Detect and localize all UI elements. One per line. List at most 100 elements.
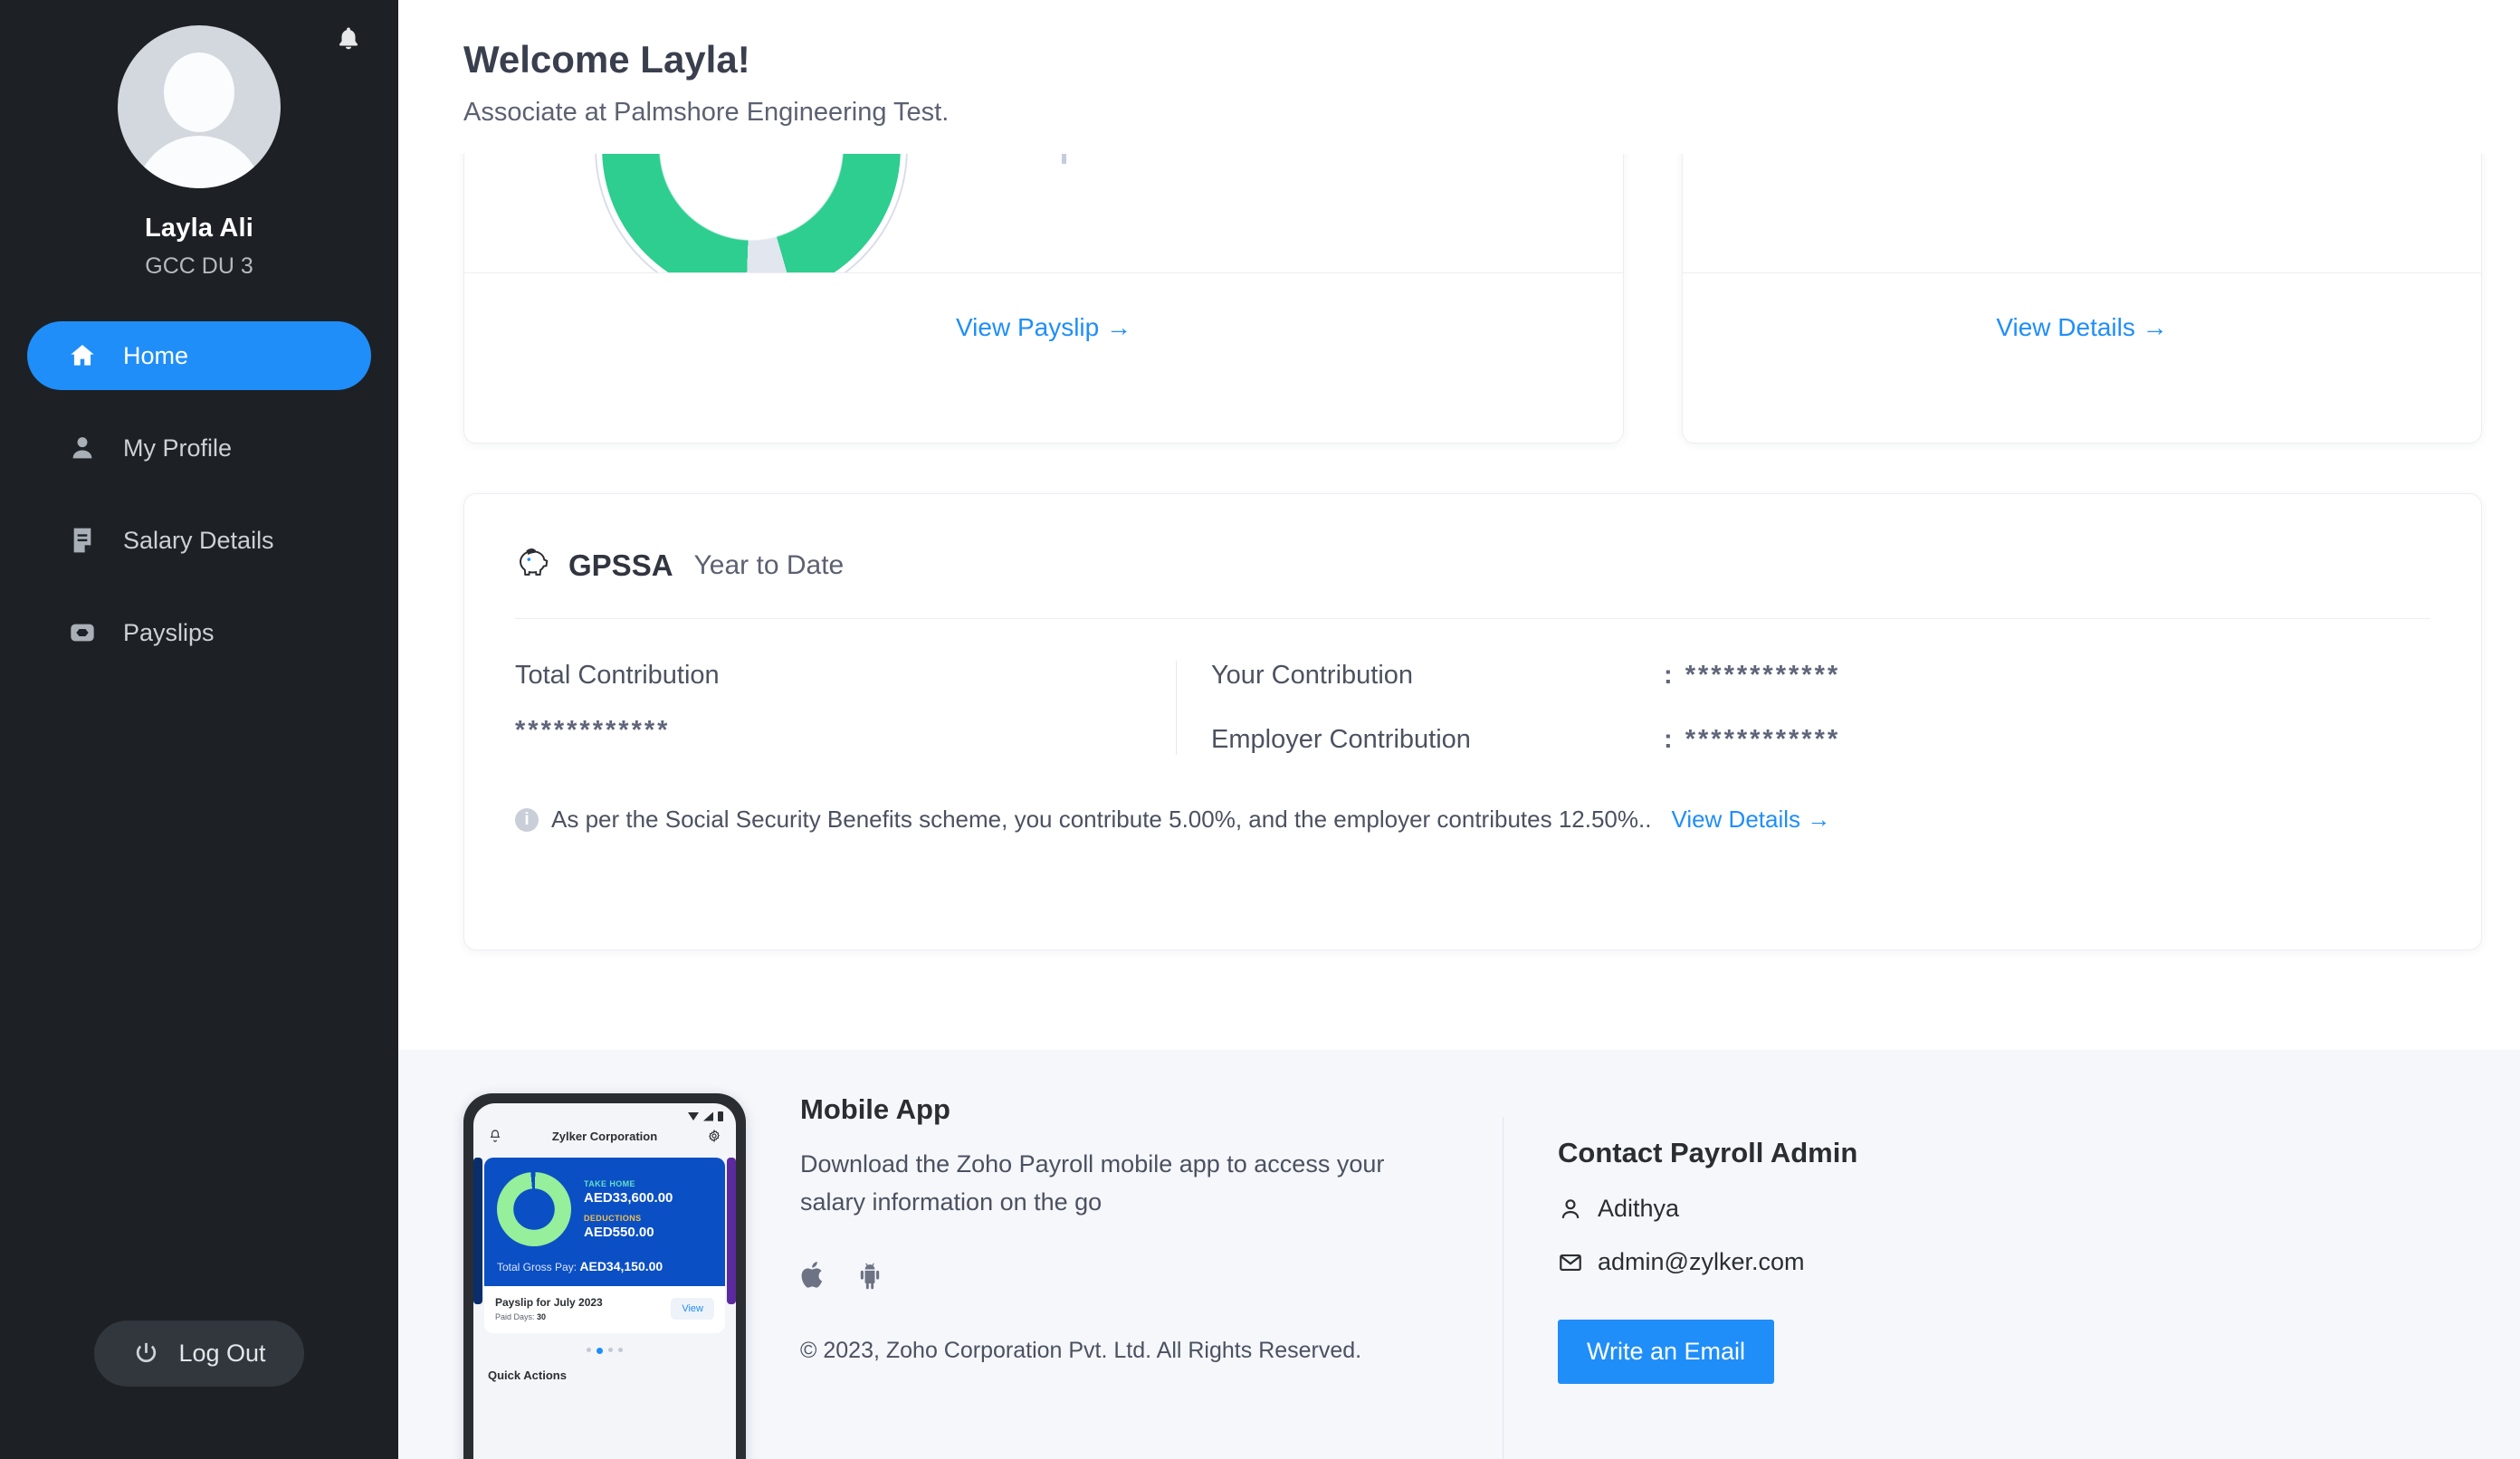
app-root: Layla Ali GCC DU 3 Home My Profile Salar… [0,0,2520,1459]
sidebar: Layla Ali GCC DU 3 Home My Profile Salar… [0,0,398,1459]
wifi-icon [688,1112,699,1120]
avatar-head [164,52,234,132]
document-icon [65,523,100,558]
sidebar-item-home-label: Home [123,341,189,369]
gpssa-note-text: As per the Social Security Benefits sche… [551,806,1652,833]
total-gross-label: Total Gross Pay: [497,1261,578,1273]
mobile-app-description: Download the Zoho Payroll mobile app to … [800,1150,1385,1216]
total-contribution-block: Total Contribution ************ [515,661,1176,755]
avatar [118,25,281,188]
gpssa-card: GPSSA Year to Date Total Contribution **… [463,493,2482,950]
copyright-text: © 2023, Zoho Corporation Pvt. Ltd. All R… [800,1337,1362,1363]
phone-carousel-peek-right [727,1158,736,1304]
carousel-dot [618,1348,623,1352]
power-icon [137,1342,157,1363]
notification-bell-button[interactable] [329,20,368,58]
phone-donut-chart [497,1172,571,1246]
apple-icon[interactable] [800,1260,827,1291]
logout-button-label: Log Out [178,1340,266,1367]
logout-button[interactable]: Log Out [94,1321,304,1387]
gpssa-subtitle: Year to Date [693,549,845,580]
total-gross-value: AED34,150.00 [579,1259,663,1273]
phone-pay-values: TAKE HOME AED33,600.00 DEDUCTIONS AED550… [584,1179,673,1240]
paid-days-label: Paid Days: [495,1312,535,1321]
signal-icon [703,1111,713,1121]
main-content: Gross Pay ************ View Payslip → Ro… [398,0,2520,1459]
employer-contribution-row: Employer Contribution : ************ [1211,725,2430,755]
piggy-bank-icon [515,547,553,584]
carousel-dot [608,1348,613,1352]
phone-carousel-dots[interactable] [473,1348,736,1354]
admin-email: admin@zylker.com [1598,1248,1805,1275]
gpssa-note: i As per the Social Security Benefits sc… [464,755,2481,834]
contribution-breakdown: Your Contribution : ************ Employe… [1176,661,2430,755]
sidebar-user-department: GCC DU 3 [145,253,253,279]
gpssa-title: GPSSA [568,548,673,582]
android-icon[interactable] [856,1260,883,1291]
take-home-value: AED33,600.00 [584,1189,673,1206]
admin-name: Adithya [1598,1195,1680,1222]
deductions-label: DEDUCTIONS [584,1213,642,1223]
phone-mockup: Zylker Corporation TAKE HOME AED33,600.0… [463,1093,746,1459]
phone-payslip-title: Payslip for July 2023 [495,1296,603,1309]
phone-carousel-peek-left [473,1158,482,1304]
phone-payslip-info: Payslip for July 2023 Paid Days: 30 [495,1296,603,1321]
page-header: Welcome Layla! Associate at Palmshore En… [398,0,2520,154]
dashboard-scroll-area: Gross Pay ************ View Payslip → Ro… [398,0,2520,1050]
carousel-dot-active [597,1348,603,1354]
bell-icon [339,27,358,50]
bell-icon [490,1130,501,1142]
mobile-app-heading: Mobile App [800,1093,950,1125]
sidebar-item-my-profile-label: My Profile [123,434,233,462]
footer-left: Zylker Corporation TAKE HOME AED33,600.0… [398,1093,1503,1459]
home-icon [65,339,100,373]
sidebar-user-name: Layla Ali [145,214,253,243]
view-bank-details-link[interactable]: View Details → [1996,313,2167,342]
contact-admin-heading: Contact Payroll Admin [1558,1137,1858,1168]
payslip-icon [65,615,100,650]
phone-pay-card: TAKE HOME AED33,600.00 DEDUCTIONS AED550… [473,1158,736,1304]
phone-app-bar: Zylker Corporation [473,1123,736,1154]
phone-screen: Zylker Corporation TAKE HOME AED33,600.0… [473,1103,736,1459]
take-home-label: TAKE HOME [584,1178,635,1188]
envelope-icon [1560,1254,1581,1271]
gpssa-header: GPSSA Year to Date [464,494,2481,584]
store-links [800,1260,1503,1291]
phone-status-bar [473,1103,736,1123]
sidebar-item-payslips-label: Payslips [123,618,215,646]
phone-quick-actions-label: Quick Actions [488,1368,567,1382]
your-contribution-value: : ************ [1664,661,1841,690]
phone-total-gross-row: Total Gross Pay: AED34,150.00 [497,1259,712,1273]
info-icon: i [515,807,539,832]
total-contribution-label: Total Contribution [515,661,720,690]
view-payslip-link[interactable]: View Payslip → [956,313,1131,342]
contact-admin-section: Contact Payroll Admin Adithya admin@zylk… [1503,1117,2520,1459]
person-icon [65,431,100,465]
write-email-button[interactable]: Write an Email [1558,1320,1775,1384]
sidebar-item-salary-details-label: Salary Details [123,526,274,554]
page-subtitle: Associate at Palmshore Engineering Test. [463,98,950,127]
sidebar-item-home[interactable]: Home [27,321,371,390]
logout-container: Log Out [0,1321,398,1459]
paid-days-value: 30 [537,1312,547,1321]
carousel-dot [587,1348,591,1352]
footer: Zylker Corporation TAKE HOME AED33,600.0… [398,1050,2520,1459]
battery-icon [718,1111,723,1121]
sidebar-item-my-profile[interactable]: My Profile [27,414,371,482]
total-contribution-value: ************ [515,716,671,745]
bank-card-footer: View Details → [1683,272,2481,381]
gpssa-view-details-link[interactable]: View Details → [1671,806,1830,834]
avatar-body [135,136,263,188]
phone-view-button[interactable]: View [671,1298,714,1320]
deductions-value: AED550.00 [584,1224,654,1240]
mobile-app-section: Mobile App Download the Zoho Payroll mob… [746,1093,1503,1459]
pay-card-footer: View Payslip → [464,272,1623,381]
sidebar-item-payslips[interactable]: Payslips [27,598,371,667]
gear-icon [709,1129,720,1143]
phone-pay-row: TAKE HOME AED33,600.00 DEDUCTIONS AED550… [497,1172,712,1246]
your-contribution-label: Your Contribution [1211,661,1414,690]
phone-app-title: Zylker Corporation [551,1129,658,1143]
your-contribution-row: Your Contribution : ************ [1211,661,2430,691]
sidebar-item-salary-details[interactable]: Salary Details [27,506,371,575]
